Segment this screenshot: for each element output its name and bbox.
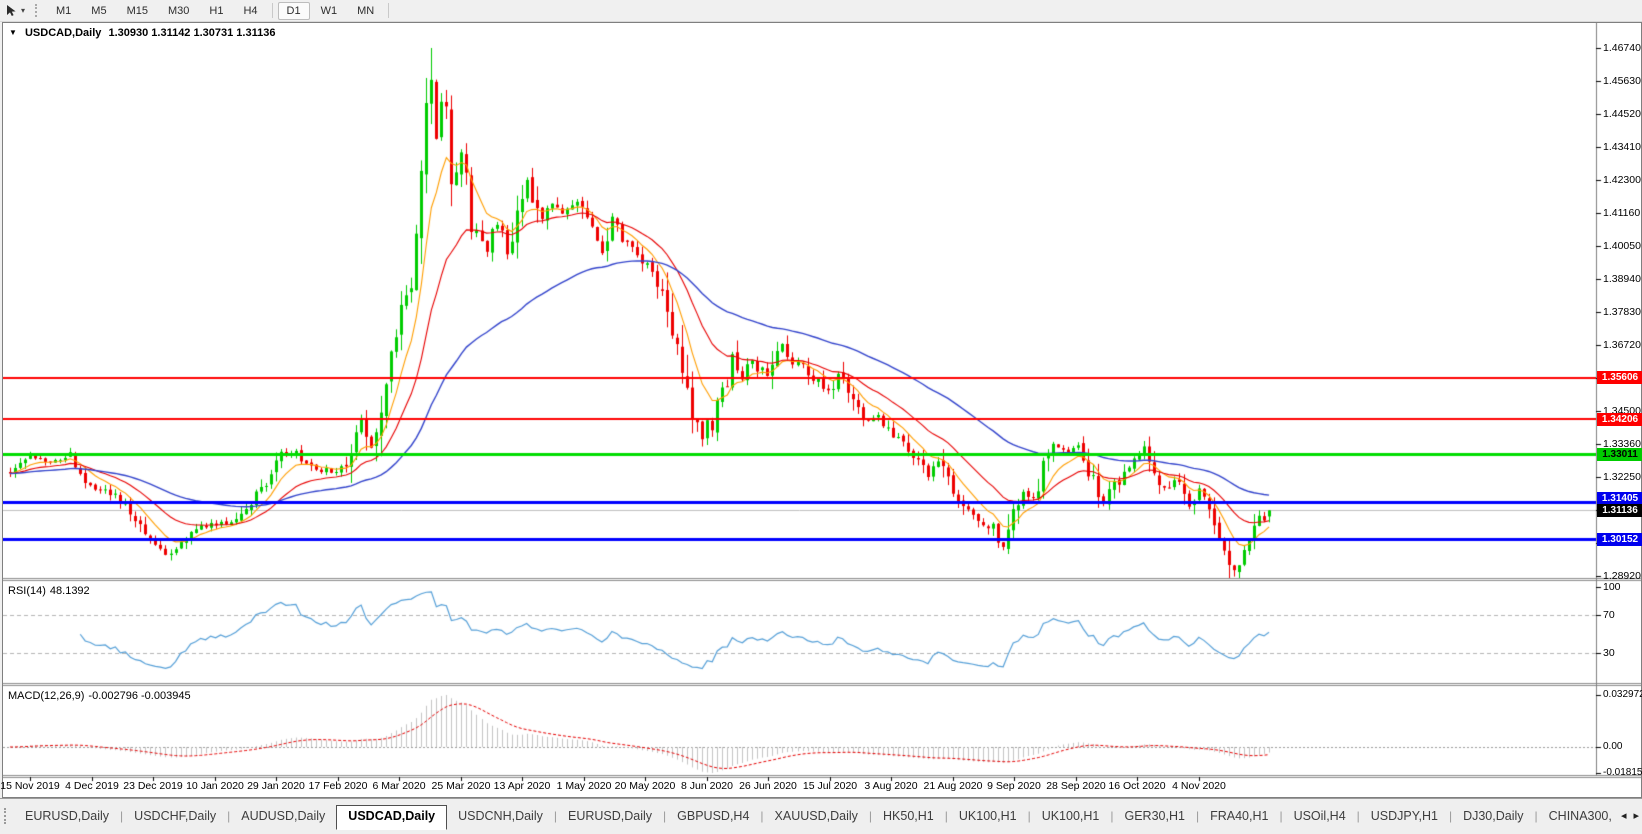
tab-usdcad-daily[interactable]: USDCAD,Daily <box>336 805 448 830</box>
date-label: 26 Jun 2020 <box>739 780 797 792</box>
date-label: 10 Jan 2020 <box>186 780 244 792</box>
collapse-triangle-icon[interactable]: ▼ <box>9 28 17 37</box>
rsi-value: 48.1392 <box>49 585 90 597</box>
date-label: 13 Apr 2020 <box>493 780 551 792</box>
chart-tools-button[interactable]: ▾ <box>2 3 28 18</box>
timeframe-button-mn[interactable]: MN <box>348 2 383 20</box>
macd-values: -0.002796 -0.003945 <box>88 690 191 702</box>
timeframe-button-m1[interactable]: M1 <box>47 2 80 20</box>
chart-tab-bar: EURUSD,Daily | USDCHF,Daily | AUDUSD,Daily US… <box>0 798 1642 834</box>
price-tick-label: 1.43410 <box>1603 141 1641 153</box>
current-price-badge: 1.31136 <box>1597 504 1642 517</box>
rsi-level-label: 30 <box>1603 647 1615 659</box>
date-label: 4 Nov 2020 <box>1172 780 1226 792</box>
tab-gbpusd-h4[interactable]: GBPUSD,H4 <box>666 805 760 830</box>
date-label: 15 Nov 2019 <box>0 780 60 792</box>
rsi-level-label: 70 <box>1603 609 1615 621</box>
tabs-scroll-left-button[interactable]: ◂ <box>1621 809 1627 822</box>
tab-dj30-daily[interactable]: DJ30,Daily <box>1452 805 1534 830</box>
chart-window: ▼ USDCAD,Daily 1.30930 1.31142 1.30731 1… <box>0 22 1642 798</box>
cursor-icon <box>7 5 16 16</box>
price-tick-label: 1.32250 <box>1603 471 1641 483</box>
hline-price-badge: 1.34206 <box>1597 413 1642 426</box>
price-tick-label: 1.38940 <box>1603 273 1641 285</box>
toolbar-separator <box>271 3 273 18</box>
tab-audusd-daily[interactable]: AUDUSD,Daily <box>230 805 336 830</box>
date-label: 17 Feb 2020 <box>308 780 368 792</box>
timeframe-button-m5[interactable]: M5 <box>82 2 115 20</box>
timeframe-button-h4[interactable]: H4 <box>234 2 266 20</box>
price-chart-canvas[interactable] <box>3 23 1641 797</box>
toolbar-separator <box>388 3 390 18</box>
rsi-level-label: 100 <box>1603 581 1621 593</box>
date-label: 20 May 2020 <box>614 780 676 792</box>
tab-xauusd-daily[interactable]: XAUUSD,Daily <box>764 805 869 830</box>
price-tick-label: 1.45630 <box>1603 75 1641 87</box>
tab-china300-h1[interactable]: CHINA300,H1 <box>1538 805 1612 830</box>
chart-ohlc-values: 1.30930 1.31142 1.30731 1.31136 <box>108 27 276 39</box>
date-label: 9 Sep 2020 <box>987 780 1041 792</box>
tab-uk100-h1[interactable]: UK100,H1 <box>948 805 1028 830</box>
tabs-scroll-right-button[interactable]: ▸ <box>1633 809 1639 822</box>
price-tick-label: 1.37830 <box>1603 306 1641 318</box>
price-tick-label: 1.36720 <box>1603 339 1641 351</box>
hline-price-badge: 1.33011 <box>1597 448 1642 461</box>
date-label: 8 Jun 2020 <box>681 780 733 792</box>
price-tick-label: 1.41160 <box>1603 207 1641 219</box>
rsi-pane-label: RSI(14) 48.1392 <box>8 585 94 597</box>
macd-axis-label: -0.018154 <box>1603 767 1642 778</box>
rsi-name: RSI(14) <box>8 585 46 597</box>
date-label: 25 Mar 2020 <box>431 780 491 792</box>
timeframe-button-w1[interactable]: W1 <box>312 2 347 20</box>
tab-uk100-h1[interactable]: UK100,H1 <box>1031 805 1111 830</box>
timeframe-toolbar: ▾ M1 M5 M15 M30 H1 H4 D1 W1 MN <box>0 0 1642 22</box>
toolbar-grip[interactable] <box>35 4 40 17</box>
chart-tabs: EURUSD,Daily | USDCHF,Daily | AUDUSD,Daily US… <box>14 805 1612 830</box>
price-tick-label: 1.44520 <box>1603 108 1641 120</box>
date-label: 16 Oct 2020 <box>1108 780 1166 792</box>
hline-price-badge: 1.35606 <box>1597 371 1642 384</box>
date-label: 4 Dec 2019 <box>65 780 119 792</box>
date-label: 15 Jul 2020 <box>802 780 858 792</box>
tab-eurusd-daily[interactable]: EURUSD,Daily <box>557 805 663 830</box>
tabbar-grip[interactable] <box>4 808 8 824</box>
tab-usdjpy-h1[interactable]: USDJPY,H1 <box>1360 805 1449 830</box>
date-label: 28 Sep 2020 <box>1046 780 1106 792</box>
timeframe-group: M1 M5 M15 M30 H1 H4 D1 W1 MN <box>46 0 393 21</box>
price-tick-label: 1.42300 <box>1603 174 1641 186</box>
macd-axis-label: 0.00 <box>1603 741 1623 752</box>
timeframe-button-m15[interactable]: M15 <box>118 2 157 20</box>
timeframe-button-m30[interactable]: M30 <box>159 2 198 20</box>
date-label: 29 Jan 2020 <box>247 780 305 792</box>
dropdown-caret-icon[interactable]: ▾ <box>21 6 25 15</box>
price-tick-label: 1.46740 <box>1603 42 1641 54</box>
tab-usoil-h4[interactable]: USOil,H4 <box>1283 805 1357 830</box>
tab-eurusd-daily[interactable]: EURUSD,Daily <box>14 805 120 830</box>
chart-title: ▼ USDCAD,Daily 1.30930 1.31142 1.30731 1… <box>9 27 279 39</box>
date-label: 23 Dec 2019 <box>123 780 183 792</box>
price-tick-label: 1.40050 <box>1603 240 1641 252</box>
date-label: 6 Mar 2020 <box>372 780 426 792</box>
date-label: 21 Aug 2020 <box>923 780 983 792</box>
macd-name: MACD(12,26,9) <box>8 690 85 702</box>
macd-pane-label: MACD(12,26,9) -0.002796 -0.003945 <box>8 690 195 702</box>
hline-price-badge: 1.30152 <box>1597 533 1642 546</box>
date-label: 1 May 2020 <box>556 780 612 792</box>
timeframe-button-h1[interactable]: H1 <box>200 2 232 20</box>
tab-hk50-h1[interactable]: HK50,H1 <box>872 805 945 830</box>
chart-symbol-label: USDCAD,Daily <box>24 27 102 39</box>
tab-usdcnh-daily[interactable]: USDCNH,Daily <box>447 805 554 830</box>
timeframe-button-d1[interactable]: D1 <box>277 1 310 20</box>
tab-fra40-h1[interactable]: FRA40,H1 <box>1199 805 1279 830</box>
tab-usdchf-daily[interactable]: USDCHF,Daily <box>123 805 227 830</box>
tab-ger30-h1[interactable]: GER30,H1 <box>1114 805 1196 830</box>
date-label: 3 Aug 2020 <box>864 780 918 792</box>
macd-axis-label: 0.032972 <box>1603 689 1642 700</box>
